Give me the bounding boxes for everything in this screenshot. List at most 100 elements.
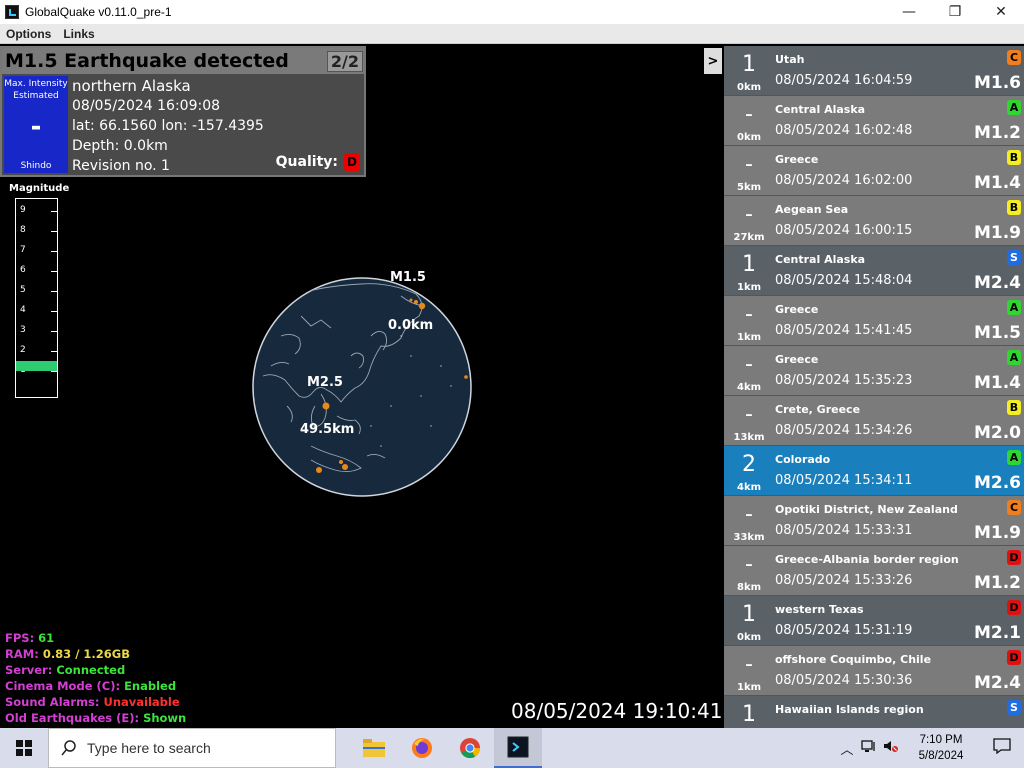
earthquake-list-item[interactable]: - 33km Opotiki District, New Zealand 08/05/…	[724, 496, 1024, 546]
quake-location: Greece	[775, 153, 819, 166]
earthquake-list-item[interactable]: 1 0km western Texas 08/05/2024 15:31:19 M2.1…	[724, 596, 1024, 646]
minimize-button[interactable]: —	[886, 0, 932, 24]
quake-location: Greece	[775, 353, 819, 366]
quake-magnitude: M1.9	[973, 223, 1021, 243]
quake-time: 08/05/2024 15:33:26	[775, 573, 913, 588]
quake-magnitude: M2.6	[973, 473, 1021, 493]
quake-intensity: 2	[742, 452, 756, 477]
quake-quality-badge: C	[1007, 50, 1021, 65]
globalquake-taskbar-icon[interactable]	[494, 728, 542, 768]
quake-location: Greece-Albania border region	[775, 553, 959, 566]
server-label: Server:	[5, 663, 57, 677]
old-quakes-value: Shown	[143, 711, 187, 725]
quake-intensity: -	[745, 102, 753, 127]
quake-magnitude: M1.4	[973, 173, 1021, 193]
quake-magnitude: M1.4	[973, 373, 1021, 393]
earthquake-list-item[interactable]: - 1km Greece 08/05/2024 15:41:45 M1.5 A	[724, 296, 1024, 346]
earthquake-list-item[interactable]: - 1km offshore Coquimbo, Chile 08/05/2024 1…	[724, 646, 1024, 696]
earthquake-list-item[interactable]: 2 4km Colorado 08/05/2024 15:34:11 M2.6 A	[724, 446, 1024, 496]
notification-icon[interactable]	[980, 738, 1024, 758]
magnitude-tick-line	[51, 311, 57, 312]
earthquake-list-item[interactable]: - 27km Aegean Sea 08/05/2024 16:00:15 M1.9 B	[724, 196, 1024, 246]
earthquake-list-item[interactable]: - 8km Greece-Albania border region 08/05/20…	[724, 546, 1024, 596]
old-quakes-label: Old Earthquakes (E):	[5, 711, 144, 725]
menu-options[interactable]: Options	[0, 27, 57, 41]
earthquake-list-item[interactable]: - 5km Greece 08/05/2024 16:02:00 M1.4 B	[724, 146, 1024, 196]
globe[interactable]: M1.5 0.0km M2.5 49.5km	[251, 270, 473, 498]
fps-value: 61	[38, 631, 55, 645]
quake-magnitude: M1.6	[973, 73, 1021, 93]
chrome-icon[interactable]	[446, 728, 494, 768]
cinema-label: Cinema Mode (C):	[5, 679, 125, 693]
globe-quake-magnitude: M1.5	[390, 270, 426, 285]
quake-quality-badge: D	[1007, 650, 1021, 665]
earthquake-list-item[interactable]: - 4km Greece 08/05/2024 15:35:23 M1.4 A	[724, 346, 1024, 396]
chevron-up-icon[interactable]: ︿	[836, 739, 858, 758]
magnitude-label: Magnitude	[9, 183, 70, 194]
quake-quality-badge: A	[1007, 450, 1021, 465]
earthquake-list[interactable]: 1 0km Utah 08/05/2024 16:04:59 M1.6 C - 0km Cent…	[724, 46, 1024, 728]
volume-muted-icon[interactable]	[880, 739, 902, 757]
magnitude-fill	[16, 361, 57, 371]
quake-intensity: -	[745, 552, 753, 577]
quake-location: Central Alaska	[775, 253, 866, 266]
ram-value: 0.83 / 1.26GB	[42, 647, 130, 661]
globe-quake-depth: 0.0km	[388, 318, 434, 333]
detail-depth: Depth: 0.0km	[72, 138, 168, 154]
fps-label: FPS:	[5, 631, 39, 645]
quake-intensity: -	[745, 352, 753, 377]
quake-magnitude: M2.4	[973, 273, 1021, 293]
network-icon[interactable]	[858, 739, 880, 757]
quake-intensity: -	[745, 152, 753, 177]
quake-quality-badge: B	[1007, 400, 1021, 415]
menu-links[interactable]: Links	[57, 27, 100, 41]
earthquake-list-item[interactable]: 1 Hawaiian Islands region S	[724, 696, 1024, 728]
earthquake-list-item[interactable]: 1 0km Utah 08/05/2024 16:04:59 M1.6 C	[724, 46, 1024, 96]
earthquake-list-item[interactable]: 1 1km Central Alaska 08/05/2024 15:48:04 M2.…	[724, 246, 1024, 296]
toggle-list-button[interactable]: >	[704, 48, 722, 74]
menu-bar: Options Links	[0, 24, 1024, 44]
taskbar-clock[interactable]: 7:10 PM 5/8/2024	[902, 732, 980, 764]
system-tray: ︿ 7:10 PM 5/8/2024	[836, 728, 1024, 768]
quake-depth: 27km	[733, 232, 765, 243]
detail-coords: lat: 66.1560 lon: -157.4395	[72, 118, 264, 134]
magnitude-tick-line	[51, 371, 57, 372]
quake-time: 08/05/2024 15:34:11	[775, 473, 913, 488]
start-button[interactable]	[0, 728, 48, 768]
windows-icon	[16, 740, 32, 756]
quake-intensity: -	[745, 402, 753, 427]
globe-quake-magnitude: M2.5	[307, 375, 343, 390]
quake-location: Crete, Greece	[775, 403, 861, 416]
quake-quality-badge: A	[1007, 100, 1021, 115]
quake-time: 08/05/2024 15:34:26	[775, 423, 913, 438]
magnitude-tick: 9	[20, 205, 26, 215]
detail-count: 2/2	[326, 50, 363, 72]
quality-label: Quality:	[275, 154, 338, 170]
magnitude-tick: 4	[20, 305, 26, 315]
quake-depth: 5km	[736, 182, 762, 193]
magnitude-tick-line	[51, 231, 57, 232]
quake-depth: 33km	[733, 532, 765, 543]
close-button[interactable]: ✕	[978, 0, 1024, 24]
quake-quality-badge: S	[1007, 700, 1021, 715]
quake-time: 08/05/2024 15:33:31	[775, 523, 913, 538]
search-icon	[61, 740, 76, 756]
quake-time: 08/05/2024 16:00:15	[775, 223, 913, 238]
earthquake-list-item[interactable]: - 0km Central Alaska 08/05/2024 16:02:48 M1.…	[724, 96, 1024, 146]
quality-indicator: Quality: D	[276, 153, 360, 171]
taskbar-search[interactable]: Type here to search	[48, 728, 336, 768]
taskbar-time: 7:10 PM	[919, 734, 963, 746]
quake-depth: 8km	[736, 582, 762, 593]
maximize-button[interactable]: ❐	[932, 0, 978, 24]
quake-intensity: -	[745, 202, 753, 227]
window-title: GlobalQuake v0.11.0_pre-1	[25, 5, 172, 19]
quake-magnitude: M1.5	[973, 323, 1021, 343]
earthquake-list-item[interactable]: - 13km Crete, Greece 08/05/2024 15:34:26 M2.…	[724, 396, 1024, 446]
quake-depth: 4km	[736, 382, 762, 393]
status-overlay: FPS: 61 RAM: 0.83 / 1.26GB Server: Conne…	[5, 630, 186, 726]
file-explorer-icon[interactable]	[350, 728, 398, 768]
earthquake-detail-panel: M1.5 Earthquake detected 2/2 Max. Intens…	[0, 46, 366, 177]
quake-depth: 1km	[736, 682, 762, 693]
magnitude-tick: 3	[20, 325, 26, 335]
firefox-icon[interactable]	[398, 728, 446, 768]
